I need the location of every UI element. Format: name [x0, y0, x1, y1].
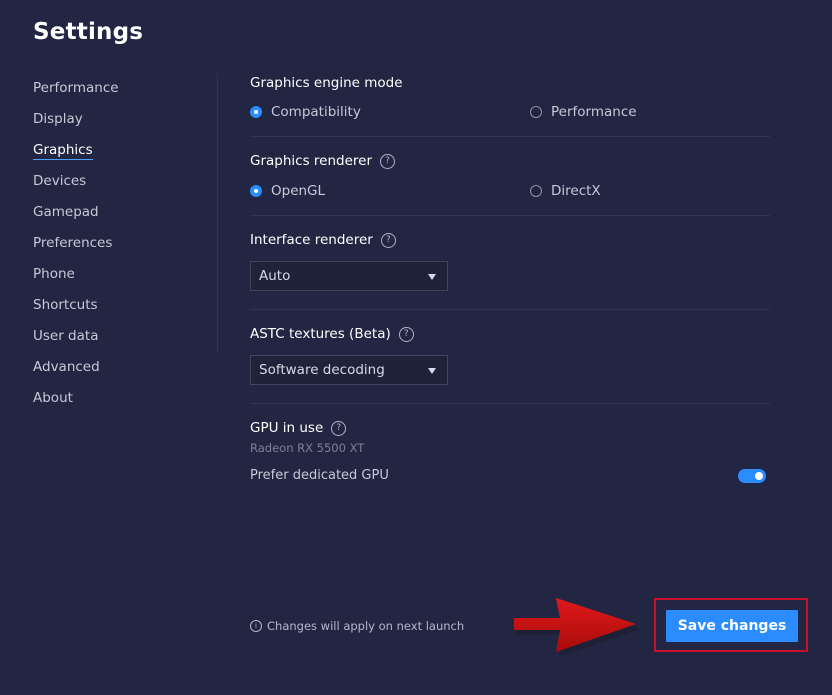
footer-note: i Changes will apply on next launch — [250, 619, 464, 633]
red-arrow-annotation — [514, 598, 641, 656]
radio-checked-icon — [250, 185, 262, 197]
section-divider — [250, 403, 770, 404]
sidebar-item-phone[interactable]: Phone — [33, 265, 183, 296]
interface-renderer-label: Interface renderer ? — [250, 232, 396, 248]
interface-renderer-select[interactable]: Auto — [250, 261, 448, 291]
sidebar-item-label: Display — [33, 111, 83, 127]
help-icon[interactable]: ? — [380, 232, 396, 248]
sidebar-item-advanced[interactable]: Advanced — [33, 358, 183, 389]
sidebar-item-graphics[interactable]: Graphics — [33, 141, 183, 172]
sidebar-item-user-data[interactable]: User data — [33, 327, 183, 358]
radio-unchecked-icon — [530, 106, 542, 118]
select-value: Auto — [259, 268, 291, 284]
sidebar-item-label: Shortcuts — [33, 297, 98, 313]
radio-unchecked-icon — [530, 185, 542, 197]
radio-performance[interactable]: Performance — [530, 104, 637, 120]
sidebar-item-shortcuts[interactable]: Shortcuts — [33, 296, 183, 327]
astc-label-text: ASTC textures (Beta) — [250, 326, 391, 342]
caret-down-icon — [428, 274, 436, 280]
caret-down-icon — [428, 368, 436, 374]
section-divider — [250, 215, 770, 216]
prefer-gpu-toggle[interactable] — [738, 469, 766, 483]
radio-directx[interactable]: DirectX — [530, 183, 601, 199]
page-title: Settings — [33, 19, 144, 45]
radio-opengl[interactable]: OpenGL — [250, 183, 325, 199]
sidebar-item-label: User data — [33, 328, 99, 344]
radio-label: DirectX — [551, 183, 601, 199]
interface-renderer-label-text: Interface renderer — [250, 232, 373, 248]
help-icon[interactable]: ? — [380, 153, 396, 169]
info-icon: i — [250, 620, 262, 632]
radio-label: Compatibility — [271, 104, 361, 120]
radio-checked-icon — [250, 106, 262, 118]
sidebar-item-display[interactable]: Display — [33, 110, 183, 141]
sidebar-item-label: About — [33, 390, 73, 406]
engine-mode-label: Graphics engine mode — [250, 75, 403, 91]
help-icon[interactable]: ? — [331, 420, 347, 436]
gpu-label-text: GPU in use — [250, 420, 324, 436]
sidebar-item-label: Gamepad — [33, 204, 99, 220]
sidebar-item-performance[interactable]: Performance — [33, 79, 183, 110]
toggle-knob — [755, 472, 763, 480]
astc-label: ASTC textures (Beta) ? — [250, 326, 414, 342]
sidebar-item-label: Devices — [33, 173, 87, 189]
sidebar-item-preferences[interactable]: Preferences — [33, 234, 183, 265]
gpu-name: Radeon RX 5500 XT — [250, 441, 365, 455]
settings-sidebar: Performance Display Graphics Devices Gam… — [33, 79, 183, 420]
sidebar-item-label: Preferences — [33, 235, 113, 251]
help-icon[interactable]: ? — [398, 326, 414, 342]
sidebar-item-label: Graphics — [33, 142, 93, 160]
sidebar-item-label: Performance — [33, 80, 119, 96]
section-divider — [250, 136, 770, 137]
footer-note-text: Changes will apply on next launch — [267, 619, 465, 633]
sidebar-item-about[interactable]: About — [33, 389, 183, 420]
sidebar-item-label: Phone — [33, 266, 75, 282]
save-changes-button[interactable]: Save changes — [666, 610, 798, 642]
astc-select[interactable]: Software decoding — [250, 355, 448, 385]
sidebar-item-gamepad[interactable]: Gamepad — [33, 203, 183, 234]
section-divider — [250, 309, 770, 310]
renderer-label: Graphics renderer ? — [250, 153, 396, 169]
engine-mode-label-text: Graphics engine mode — [250, 75, 403, 91]
sidebar-divider — [217, 74, 218, 354]
sidebar-item-devices[interactable]: Devices — [33, 172, 183, 203]
prefer-gpu-label: Prefer dedicated GPU — [250, 468, 389, 483]
renderer-label-text: Graphics renderer — [250, 153, 373, 169]
select-value: Software decoding — [259, 362, 385, 378]
radio-compatibility[interactable]: Compatibility — [250, 104, 361, 120]
gpu-label: GPU in use ? — [250, 420, 347, 436]
radio-label: Performance — [551, 104, 637, 120]
radio-label: OpenGL — [271, 183, 326, 199]
sidebar-item-label: Advanced — [33, 359, 100, 375]
